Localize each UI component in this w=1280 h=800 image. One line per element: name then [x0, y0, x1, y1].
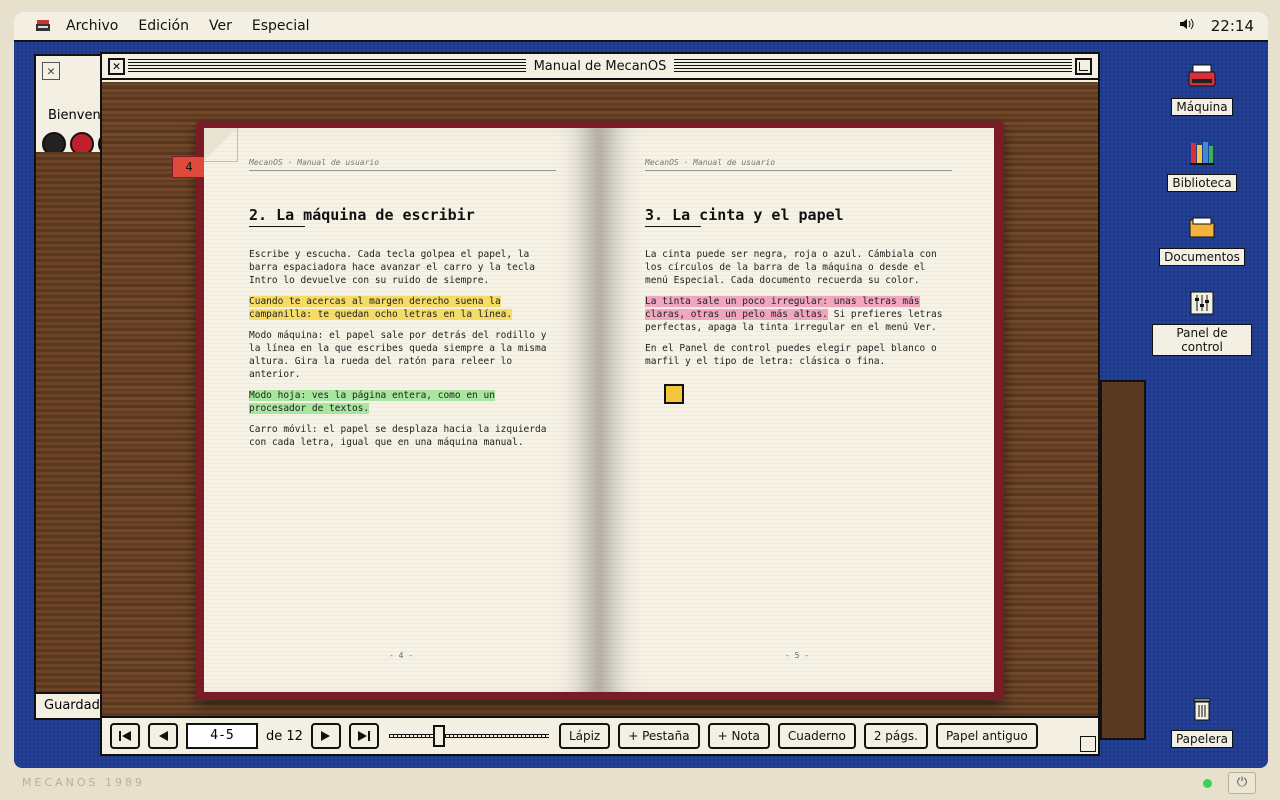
running-head: MecanOS · Manual de usuario	[645, 158, 952, 171]
slider-thumb[interactable]	[432, 725, 445, 747]
book-spine	[597, 128, 601, 692]
page-body: Escribe y escucha. Cada tecla golpea el …	[249, 248, 556, 457]
heading-underline	[249, 226, 305, 227]
page-number: - 4 -	[388, 651, 414, 660]
desktop-icon-label: Documentos	[1159, 248, 1245, 266]
books-icon	[1185, 136, 1219, 170]
desktop-icon-label: Biblioteca	[1167, 174, 1237, 192]
manual-window: ✕ Manual de MecanOS 4 MecanOS · Manual d…	[100, 52, 1100, 756]
page-heading: 3. La cinta y el papel	[645, 206, 844, 224]
add-note-button[interactable]: + Nota	[707, 723, 770, 749]
desktop-icon-label: Panel de control	[1152, 324, 1252, 356]
desktop-icon-panel-de-control[interactable]: Panel de control	[1152, 286, 1252, 356]
screen: Archivo Edición Ver Especial 22:14 Máqui…	[14, 12, 1268, 768]
window-title: Manual de MecanOS	[525, 58, 675, 74]
last-page-button[interactable]	[348, 723, 379, 749]
previous-page-button[interactable]	[148, 723, 178, 749]
left-page[interactable]: MecanOS · Manual de usuario 2. La máquin…	[204, 128, 598, 692]
desktop-icon-label: Papelera	[1170, 730, 1234, 748]
book-toolbar: 4-5 de 12 Lápiz + Pestaña + Nota Cuadern…	[102, 716, 1098, 754]
menu-edicion[interactable]: Edición	[138, 18, 189, 34]
resize-handle-icon[interactable]	[1080, 736, 1096, 752]
slider-track	[388, 734, 549, 738]
typewriter-icon	[1185, 60, 1219, 94]
power-led	[1203, 779, 1212, 788]
dog-ear-corner[interactable]	[204, 128, 238, 162]
menu-archivo[interactable]: Archivo	[66, 18, 118, 34]
trash-icon	[1185, 692, 1219, 726]
close-icon[interactable]: ✕	[108, 58, 125, 75]
notebook-button[interactable]: Cuaderno	[777, 723, 856, 749]
menu-bar: Archivo Edición Ver Especial 22:14	[14, 12, 1268, 42]
clock: 22:14	[1210, 17, 1254, 35]
paragraph: En el Panel de control puedes elegir pap…	[645, 343, 937, 367]
monitor-bezel: Archivo Edición Ver Especial 22:14 Máqui…	[0, 0, 1280, 800]
previous-icon	[159, 731, 168, 741]
zoom-slider[interactable]	[388, 725, 549, 747]
menu-ver[interactable]: Ver	[209, 18, 232, 34]
zoom-icon[interactable]	[1075, 58, 1092, 75]
page-number: - 5 -	[784, 651, 810, 660]
paragraph: Carro móvil: el papel se desplaza hacia …	[249, 424, 547, 448]
desktop-icon-papelera[interactable]: Papelera	[1152, 692, 1252, 748]
desktop-icon-maquina[interactable]: Máquina	[1152, 60, 1252, 116]
last-page-icon	[357, 731, 370, 741]
heading-underline	[645, 226, 701, 227]
power-button[interactable]: ⏻	[1228, 772, 1256, 794]
menu-especial[interactable]: Especial	[252, 18, 310, 34]
first-page-icon	[119, 731, 131, 741]
desktop-icon-label: Máquina	[1171, 98, 1233, 116]
highlight-yellow[interactable]: Cuando te acercas al margen derecho suen…	[249, 296, 513, 320]
add-tab-button[interactable]: + Pestaña	[618, 723, 700, 749]
old-paper-button[interactable]: Papel antiguo	[935, 723, 1038, 749]
bookmark-tab[interactable]: 4	[172, 156, 206, 178]
typewriter-menu-icon[interactable]	[34, 18, 52, 34]
brand-label: MECANOS 1989	[22, 776, 146, 789]
sticky-note-icon[interactable]	[664, 384, 684, 404]
right-page[interactable]: MecanOS · Manual de usuario 3. La cinta …	[600, 128, 994, 692]
sliders-icon	[1185, 286, 1219, 320]
background-window-right[interactable]	[1100, 380, 1146, 740]
first-page-button[interactable]	[110, 723, 140, 749]
speaker-icon[interactable]	[1179, 17, 1195, 35]
paragraph: Modo máquina: el papel sale por detrás d…	[249, 330, 547, 380]
highlight-green[interactable]: Modo hoja: ves la página entera, como en…	[249, 390, 495, 414]
desktop-icon-documentos[interactable]: Documentos	[1152, 210, 1252, 266]
pencil-button[interactable]: Lápiz	[558, 723, 611, 749]
running-head: MecanOS · Manual de usuario	[249, 158, 556, 171]
desktop-icon-biblioteca[interactable]: Biblioteca	[1152, 136, 1252, 192]
page-body: La cinta puede ser negra, roja o azul. C…	[645, 248, 952, 376]
open-book: 4 MecanOS · Manual de usuario 2. La máqu…	[172, 122, 1004, 700]
page-total-label: de 12	[266, 728, 303, 744]
page-input[interactable]: 4-5	[186, 723, 258, 749]
folder-icon	[1185, 210, 1219, 244]
paragraph: Escribe y escucha. Cada tecla golpea el …	[249, 249, 535, 286]
window-titlebar[interactable]: ✕ Manual de MecanOS	[102, 54, 1098, 80]
next-icon	[320, 731, 330, 741]
desk-surface: 4 MecanOS · Manual de usuario 2. La máqu…	[102, 82, 1098, 716]
next-page-button[interactable]	[310, 723, 341, 749]
page-heading: 2. La máquina de escribir	[249, 206, 475, 224]
close-icon[interactable]: ✕	[42, 62, 60, 80]
paragraph: La cinta puede ser negra, roja o azul. C…	[645, 249, 937, 286]
two-pages-button[interactable]: 2 págs.	[863, 723, 928, 749]
